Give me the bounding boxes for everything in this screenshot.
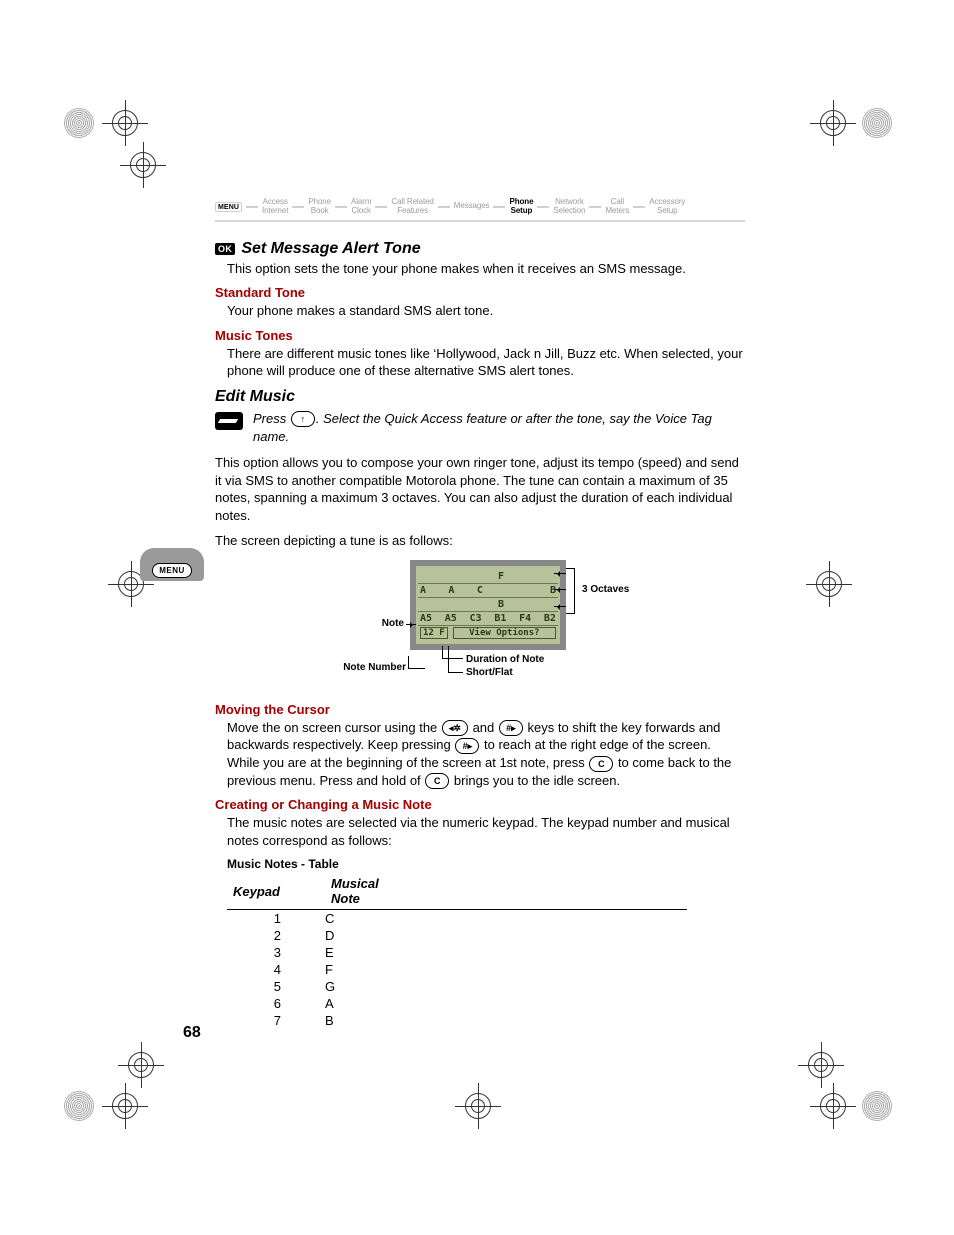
table-row: 5G	[227, 978, 687, 995]
breadcrumb-menu-chip: MENU	[215, 202, 242, 212]
section-heading: Edit Music	[215, 388, 745, 406]
breadcrumb-item: AccessorySetup	[649, 198, 685, 216]
callout-note-number: Note Number	[342, 662, 406, 673]
registration-mark	[128, 1052, 154, 1078]
page-number: 68	[183, 1024, 201, 1042]
body-text: The music notes are selected via the num…	[227, 814, 745, 849]
body-text: The screen depicting a tune is as follow…	[215, 532, 745, 550]
callout-3-octaves: 3 Octaves	[582, 584, 629, 595]
subheading: Standard Tone	[215, 285, 745, 300]
breadcrumb-item: PhoneBook	[308, 198, 331, 216]
breadcrumb-sep	[438, 206, 450, 208]
body-text: There are different music tones like ‘Ho…	[227, 345, 745, 380]
menu-tab-graphic: MENU	[140, 548, 204, 581]
key-hash-icon: #▸	[499, 720, 523, 736]
registration-mark	[816, 571, 842, 597]
table-title: Music Notes - Table	[227, 857, 745, 871]
registration-mark	[130, 152, 156, 178]
table-row: 4F	[227, 961, 687, 978]
table-row: 1C	[227, 910, 687, 928]
body-text: Move the on screen cursor using the ◂✲ a…	[227, 719, 745, 789]
key-c-icon: C	[425, 773, 449, 789]
section-heading: OK Set Message Alert Tone	[215, 240, 745, 258]
breadcrumb-sep	[246, 206, 258, 208]
quick-access-text: Press ↑. Select the Quick Access feature…	[253, 410, 745, 446]
breadcrumb-item: Call RelatedFeatures	[391, 198, 433, 216]
breadcrumb-sep	[335, 206, 347, 208]
menu-tab-label: MENU	[152, 563, 192, 578]
callout-note: Note	[376, 618, 404, 629]
callout-arrow	[554, 606, 566, 607]
table-row: 7B	[227, 1012, 687, 1029]
callout-elbow	[448, 646, 463, 673]
body-text: This option sets the tone your phone mak…	[227, 260, 745, 278]
callout-duration: Duration of Note	[466, 654, 544, 665]
breadcrumb-sep	[493, 206, 505, 208]
quick-access-icon	[215, 412, 243, 430]
section-title-text: Edit Music	[215, 388, 295, 406]
body-text: Your phone makes a standard SMS alert to…	[227, 302, 745, 320]
breadcrumb-sep	[589, 206, 601, 208]
table-row: 6A	[227, 995, 687, 1012]
print-ornament	[862, 108, 892, 138]
phone-screen-mock: F AACB B A5A5C3B1F4B2 12 FView Options?	[410, 560, 566, 650]
key-up-icon: ↑	[291, 411, 315, 427]
print-ornament	[64, 108, 94, 138]
key-c-icon: C	[589, 756, 613, 772]
subheading: Moving the Cursor	[215, 702, 745, 717]
tune-screen-figure: F AACB B A5A5C3B1F4B2 12 FView Options? …	[350, 560, 610, 690]
table-header-note: Musical Note	[325, 873, 403, 910]
callout-arrow	[554, 589, 566, 590]
breadcrumb-bar: MENU AccessInternet PhoneBook AlarmClock…	[215, 198, 745, 222]
ok-icon: OK	[215, 243, 235, 255]
breadcrumb-sep	[375, 206, 387, 208]
print-ornament	[64, 1091, 94, 1121]
section-title-text: Set Message Alert Tone	[241, 240, 420, 258]
callout-arrow	[554, 573, 566, 574]
registration-mark	[112, 110, 138, 136]
callout-shortflat: Short/Flat	[466, 667, 513, 678]
breadcrumb-item: AlarmClock	[351, 198, 371, 216]
breadcrumb-sep	[633, 206, 645, 208]
registration-mark	[820, 1093, 846, 1119]
callout-arrow	[406, 624, 416, 625]
registration-mark	[465, 1093, 491, 1119]
breadcrumb-item: Messages	[454, 202, 490, 211]
breadcrumb-item-active: PhoneSetup	[509, 198, 533, 216]
subheading: Music Tones	[215, 328, 745, 343]
callout-elbow	[408, 656, 425, 669]
breadcrumb-sep	[292, 206, 304, 208]
subheading: Creating or Changing a Music Note	[215, 797, 745, 812]
table-row: 3E	[227, 944, 687, 961]
registration-mark	[112, 1093, 138, 1119]
breadcrumb-item: NetworkSelection	[553, 198, 585, 216]
table-row: 2D	[227, 927, 687, 944]
music-notes-table: Keypad Musical Note 1C 2D 3E 4F 5G 6A 7B	[227, 873, 687, 1029]
breadcrumb-sep	[537, 206, 549, 208]
registration-mark	[820, 110, 846, 136]
body-text: This option allows you to compose your o…	[215, 454, 745, 524]
registration-mark	[808, 1052, 834, 1078]
breadcrumb-item: CallMeters	[605, 198, 629, 216]
quick-access-note: Press ↑. Select the Quick Access feature…	[215, 410, 745, 446]
breadcrumb-item: AccessInternet	[262, 198, 288, 216]
key-hash-icon: #▸	[455, 738, 479, 754]
key-star-icon: ◂✲	[442, 720, 468, 736]
print-ornament	[862, 1091, 892, 1121]
table-header-keypad: Keypad	[227, 873, 325, 910]
figure-bracket	[566, 568, 575, 614]
